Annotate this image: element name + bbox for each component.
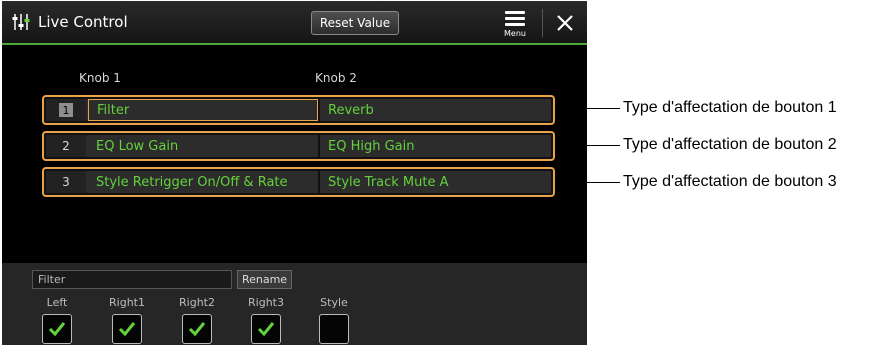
part-left[interactable]: Left: [27, 296, 87, 344]
part-label: Right2: [179, 296, 215, 309]
callout-label-1: Type d'affectation de bouton 1: [623, 99, 837, 116]
reset-value-button[interactable]: Reset Value: [311, 11, 399, 35]
part-style[interactable]: Style: [304, 296, 364, 344]
part-checkbox[interactable]: [42, 314, 72, 344]
knob-assign-row-2[interactable]: 2 EQ Low Gain EQ High Gain: [42, 131, 555, 161]
close-icon[interactable]: [553, 11, 577, 35]
part-checkbox[interactable]: [319, 314, 349, 344]
part-label: Style: [320, 296, 348, 309]
part-checkbox[interactable]: [182, 314, 212, 344]
checkmark-icon: [48, 322, 66, 337]
callout-label-2: Type d'affectation de bouton 2: [623, 136, 837, 153]
checkmark-icon: [118, 322, 136, 337]
checkmark-icon: [257, 322, 275, 337]
part-right1[interactable]: Right1: [97, 296, 157, 344]
sliders-icon: [12, 14, 30, 30]
menu-button[interactable]: Menu: [500, 9, 530, 41]
page-title: Live Control: [38, 13, 128, 31]
knob-assign-row-1[interactable]: 1 Filter Reverb: [42, 95, 555, 125]
live-control-screen: Live Control Reset Value Menu Knob 1 Kno…: [2, 1, 587, 345]
filter-field[interactable]: Filter: [32, 270, 232, 289]
knob2-assignment-cell[interactable]: Reverb: [320, 99, 551, 121]
title-underline: [2, 43, 587, 45]
knob2-assignment-cell[interactable]: Style Track Mute A: [320, 171, 551, 193]
callout-line-3: [555, 182, 620, 183]
column-header-knob2: Knob 2: [315, 71, 357, 85]
row-number: 3: [46, 171, 86, 193]
part-filter-panel: Filter Rename Left Right1 Right2 Right3: [2, 263, 587, 345]
row-number: 2: [46, 135, 86, 157]
callout-line-2: [555, 145, 620, 146]
knob1-assignment-cell[interactable]: EQ Low Gain: [88, 135, 318, 157]
rename-button[interactable]: Rename: [237, 270, 292, 289]
title-bar: Live Control Reset Value Menu: [2, 1, 587, 43]
knob1-assignment-cell[interactable]: Filter: [88, 99, 318, 121]
menu-icon: [505, 11, 525, 26]
column-header-knob1: Knob 1: [79, 71, 121, 85]
checkmark-icon: [188, 322, 206, 337]
part-right2[interactable]: Right2: [167, 296, 227, 344]
menu-label: Menu: [504, 29, 526, 38]
part-checkbox[interactable]: [251, 314, 281, 344]
knob1-assignment-cell[interactable]: Style Retrigger On/Off & Rate: [88, 171, 318, 193]
part-checkbox[interactable]: [112, 314, 142, 344]
title-separator: [542, 9, 543, 37]
knob2-assignment-cell[interactable]: EQ High Gain: [320, 135, 551, 157]
row-number: 1: [46, 99, 86, 121]
part-label: Right1: [109, 296, 145, 309]
callout-label-3: Type d'affectation de bouton 3: [623, 173, 837, 190]
part-right3[interactable]: Right3: [236, 296, 296, 344]
part-label: Right3: [248, 296, 284, 309]
callout-line-1: [555, 108, 620, 109]
row-number-badge: 1: [59, 103, 73, 117]
knob-assign-row-3[interactable]: 3 Style Retrigger On/Off & Rate Style Tr…: [42, 167, 555, 197]
part-label: Left: [46, 296, 68, 309]
